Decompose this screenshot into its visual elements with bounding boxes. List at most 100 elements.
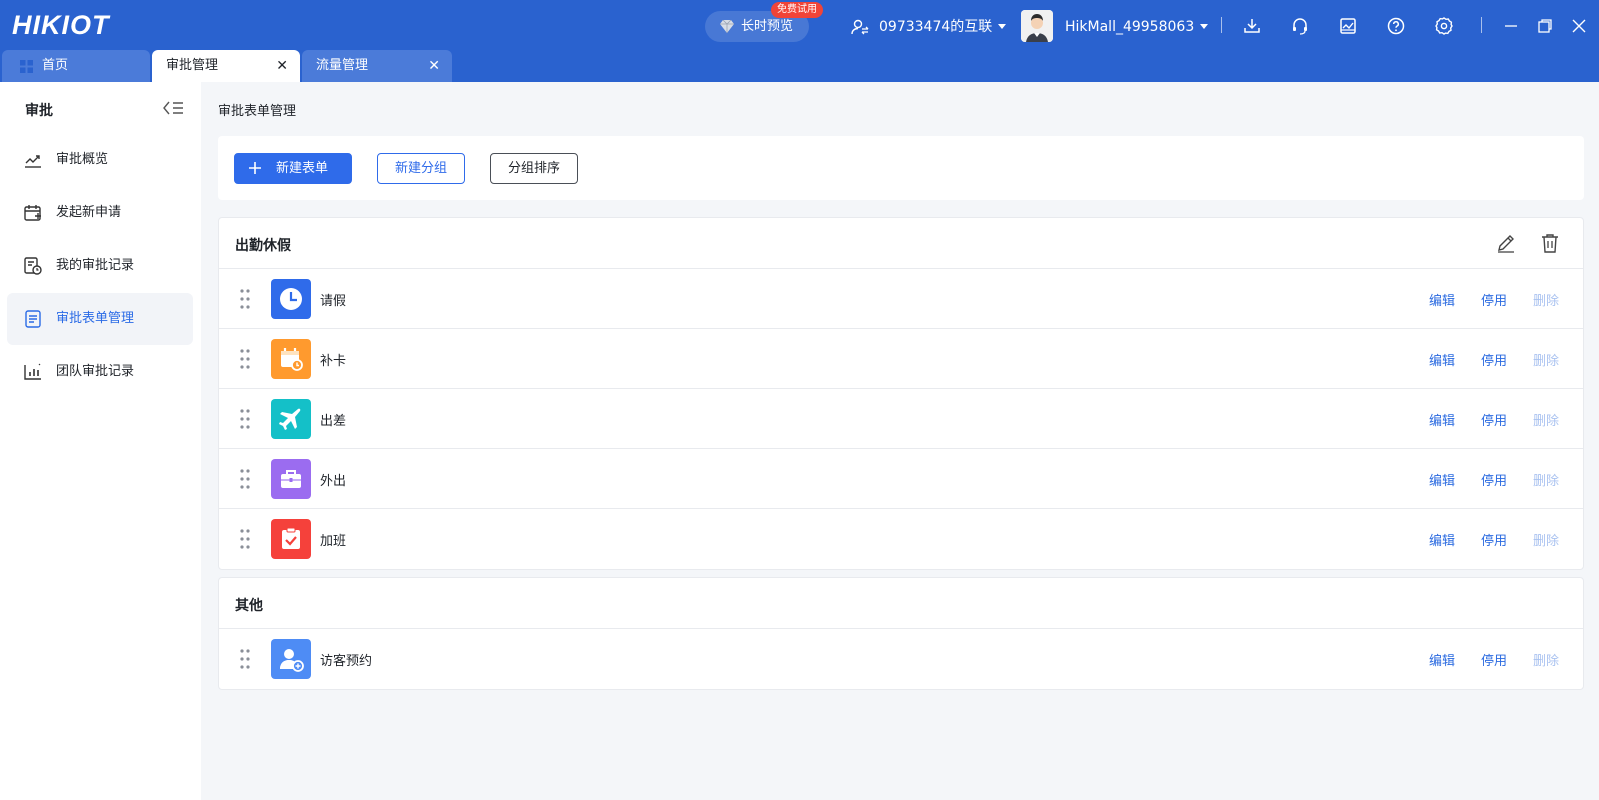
- avatar[interactable]: [1021, 10, 1053, 42]
- group-name: 其他: [235, 598, 263, 614]
- form-name: 补卡: [320, 354, 347, 369]
- gear-icon[interactable]: [1434, 16, 1454, 36]
- form-name: 出差: [320, 414, 347, 429]
- drag-handle-icon[interactable]: [239, 288, 251, 310]
- sidebar: 审批 审批概览 发起新申请 我的审批记录 审批表单管理 团队审批记录: [0, 82, 201, 800]
- disable-link[interactable]: 停用: [1481, 530, 1507, 549]
- form-list-icon: [23, 309, 43, 329]
- edit-link[interactable]: 编辑: [1429, 470, 1455, 489]
- sidebar-item-team-records[interactable]: 团队审批记录: [7, 346, 193, 398]
- grid-icon: [20, 60, 33, 73]
- form-row: 补卡 编辑 停用 删除: [219, 329, 1583, 389]
- breadcrumb: 审批表单管理: [218, 104, 297, 119]
- sort-group-button[interactable]: 分组排序: [490, 153, 578, 184]
- help-icon[interactable]: [1386, 16, 1406, 36]
- free-trial-badge: 免费试用: [771, 2, 823, 18]
- delete-link[interactable]: 删除: [1533, 290, 1559, 309]
- download-icon[interactable]: [1242, 16, 1262, 36]
- sidebar-item-approval-overview[interactable]: 审批概览: [7, 134, 193, 186]
- edit-link[interactable]: 编辑: [1429, 410, 1455, 429]
- calendar-clock-icon: [271, 339, 311, 379]
- calendar-add-icon: [23, 203, 43, 223]
- org-name: 09733474的互联: [879, 19, 993, 35]
- tab-label: 审批管理: [166, 58, 219, 73]
- user-name: HikMall_49958063: [1065, 19, 1195, 35]
- form-name: 外出: [320, 474, 347, 489]
- bar-chart-icon: [23, 362, 43, 382]
- sidebar-item-form-management[interactable]: 审批表单管理: [7, 293, 193, 345]
- form-row: 外出 编辑 停用 删除: [219, 449, 1583, 509]
- sidebar-item-new-request[interactable]: 发起新申请: [7, 187, 193, 239]
- drag-handle-icon[interactable]: [239, 648, 251, 670]
- close-icon[interactable]: [1569, 16, 1589, 36]
- disable-link[interactable]: 停用: [1481, 350, 1507, 369]
- edit-link[interactable]: 编辑: [1429, 290, 1455, 309]
- trial-label: 长时预览: [741, 19, 794, 34]
- collapse-sidebar-icon[interactable]: [162, 99, 184, 117]
- briefcase-icon: [271, 459, 311, 499]
- tab-close-icon[interactable]: ✕: [428, 50, 440, 82]
- new-group-button[interactable]: 新建分组: [377, 153, 465, 184]
- form-group-attendance: 出勤休假 请假 编辑 停用 删除 补卡 编辑 停用 删除 出差 编辑 停用 删除…: [218, 217, 1584, 570]
- edit-icon[interactable]: [1495, 232, 1517, 254]
- new-form-label: 新建表单: [275, 161, 328, 176]
- form-name: 加班: [320, 534, 347, 549]
- app-logo: HIKIOT: [12, 10, 110, 40]
- headset-icon[interactable]: [1290, 16, 1310, 36]
- disable-link[interactable]: 停用: [1481, 470, 1507, 489]
- divider: [1481, 17, 1482, 33]
- minimize-icon[interactable]: [1501, 16, 1521, 36]
- clipboard-check-icon: [271, 519, 311, 559]
- edit-link[interactable]: 编辑: [1429, 350, 1455, 369]
- disable-link[interactable]: 停用: [1481, 650, 1507, 669]
- org-switcher[interactable]: 09733474的互联: [851, 14, 1007, 40]
- edit-link[interactable]: 编辑: [1429, 650, 1455, 669]
- delete-link[interactable]: 删除: [1533, 350, 1559, 369]
- form-group-other: 其他 访客预约 编辑 停用 删除: [218, 577, 1584, 690]
- form-row: 请假 编辑 停用 删除: [219, 269, 1583, 329]
- edit-link[interactable]: 编辑: [1429, 530, 1455, 549]
- trash-icon[interactable]: [1539, 232, 1561, 254]
- tab-home[interactable]: 首页: [2, 50, 150, 82]
- drag-handle-icon[interactable]: [239, 528, 251, 550]
- clock-icon: [271, 279, 311, 319]
- group-name: 出勤休假: [235, 238, 291, 254]
- tab-label: 流量管理: [316, 58, 369, 73]
- user-menu[interactable]: HikMall_49958063: [1065, 14, 1209, 40]
- form-name: 请假: [320, 294, 347, 309]
- delete-link[interactable]: 删除: [1533, 530, 1559, 549]
- disable-link[interactable]: 停用: [1481, 410, 1507, 429]
- tab-traffic-management[interactable]: 流量管理 ✕: [302, 50, 452, 82]
- drag-handle-icon[interactable]: [239, 408, 251, 430]
- record-clock-icon: [23, 256, 43, 276]
- delete-link[interactable]: 删除: [1533, 410, 1559, 429]
- restore-icon[interactable]: [1535, 16, 1555, 36]
- divider: [1221, 17, 1222, 33]
- sidebar-item-label: 审批表单管理: [56, 311, 135, 326]
- chevron-down-icon: [998, 23, 1007, 29]
- monitor-icon[interactable]: [1338, 16, 1358, 36]
- sidebar-title: 审批: [25, 103, 53, 119]
- delete-link[interactable]: 删除: [1533, 650, 1559, 669]
- tab-close-icon[interactable]: ✕: [276, 50, 288, 82]
- sidebar-item-my-records[interactable]: 我的审批记录: [7, 240, 193, 292]
- drag-handle-icon[interactable]: [239, 348, 251, 370]
- new-form-button[interactable]: 新建表单: [234, 153, 352, 184]
- tab-approval-management[interactable]: 审批管理 ✕: [152, 50, 300, 82]
- disable-link[interactable]: 停用: [1481, 290, 1507, 309]
- form-row: 出差 编辑 停用 删除: [219, 389, 1583, 449]
- sidebar-item-label: 我的审批记录: [56, 258, 135, 273]
- user-avatar-icon: [1021, 10, 1053, 42]
- delete-link[interactable]: 删除: [1533, 470, 1559, 489]
- sidebar-item-label: 发起新申请: [56, 205, 122, 220]
- switch-user-icon: [851, 19, 869, 35]
- group-header: 其他: [219, 578, 1583, 629]
- group-header: 出勤休假: [219, 218, 1583, 269]
- form-row: 访客预约 编辑 停用 删除: [219, 629, 1583, 689]
- tab-label: 首页: [42, 58, 69, 73]
- top-bar: HIKIOT 长时预览 免费试用 09733474的互联 HikMall_499…: [0, 0, 1599, 82]
- airplane-icon: [271, 399, 311, 439]
- sidebar-item-label: 审批概览: [56, 152, 109, 167]
- drag-handle-icon[interactable]: [239, 468, 251, 490]
- toolbar: 新建表单 新建分组 分组排序: [218, 136, 1584, 200]
